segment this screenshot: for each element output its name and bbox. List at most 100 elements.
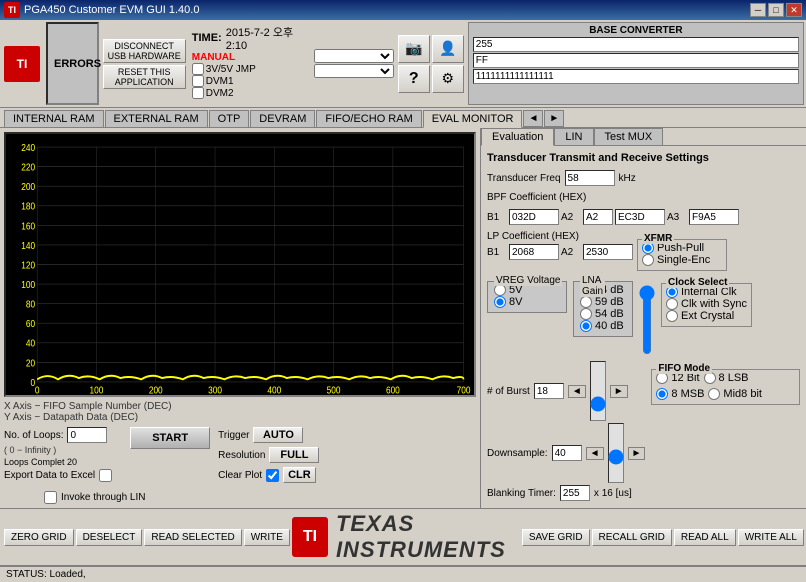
export-checkbox[interactable] <box>99 469 112 482</box>
tab-eval-monitor[interactable]: EVAL MONITOR <box>423 110 523 128</box>
minimize-button[interactable]: ─ <box>750 3 766 17</box>
tab-devram[interactable]: DEVRAM <box>250 110 315 127</box>
no-loops-input[interactable] <box>67 427 107 443</box>
deselect-button[interactable]: DESELECT <box>76 529 143 546</box>
fifo-8msb-radio[interactable] <box>656 388 668 400</box>
downsample-label: Downsample: <box>487 448 548 459</box>
downsample-slider[interactable] <box>608 423 624 483</box>
recall-grid-button[interactable]: RECALL GRID <box>592 529 672 546</box>
tab-fifo-echo-ram[interactable]: FIFO/ECHO RAM <box>316 110 421 127</box>
clr-button[interactable]: CLR <box>283 467 316 483</box>
toolbar: TI ERRORS DISCONNECTUSB HARDWARE RESET T… <box>0 20 806 108</box>
vreg-title: VREG Voltage <box>494 275 562 286</box>
tab-arrow-right[interactable]: ► <box>544 110 564 127</box>
bpf-a2-input[interactable] <box>583 209 613 225</box>
hardware-buttons: DISCONNECTUSB HARDWARE RESET THISAPPLICA… <box>103 22 186 105</box>
base-converter: BASE CONVERTER <box>468 22 804 105</box>
downsample-input[interactable] <box>552 445 582 461</box>
svg-text:400: 400 <box>267 384 281 395</box>
main-content: 240 220 200 180 160 140 120 100 80 60 40… <box>0 128 806 508</box>
write-all-button[interactable]: WRITE ALL <box>738 529 804 546</box>
downsample-left-btn[interactable]: ◄ <box>586 447 604 460</box>
burst-slider[interactable] <box>590 361 606 421</box>
settings-button[interactable]: ⚙ <box>432 65 464 93</box>
person-button[interactable]: 👤 <box>432 35 464 63</box>
lna-slider[interactable] <box>639 285 655 355</box>
fifo-options: 12 Bit 8 LSB 8 MSB Mid8 bit <box>656 372 795 400</box>
eval-tab-test-mux[interactable]: Test MUX <box>594 128 664 145</box>
lna-40-row: 40 dB <box>580 320 626 332</box>
reset-button[interactable]: RESET THISAPPLICATION <box>103 65 186 89</box>
camera-button[interactable]: 📷 <box>398 35 430 63</box>
eval-tab-lin[interactable]: LIN <box>554 128 593 145</box>
fifo-mid8-row: Mid8 bit <box>708 388 762 400</box>
clock-group: Clock Select Internal Clk Clk with Sync … <box>661 283 752 327</box>
chart-area: 240 220 200 180 160 140 120 100 80 60 40… <box>4 132 476 397</box>
dropdown-select2[interactable] <box>314 64 394 78</box>
bpf-b1-input[interactable] <box>509 209 559 225</box>
base-input-hex[interactable] <box>473 53 799 68</box>
trigger-button[interactable]: AUTO <box>253 427 303 443</box>
errors-label: ERRORS <box>54 58 91 70</box>
lna-40-radio[interactable] <box>580 320 592 332</box>
close-button[interactable]: ✕ <box>786 3 802 17</box>
read-selected-button[interactable]: READ SELECTED <box>144 529 241 546</box>
eval-tabs: Evaluation LIN Test MUX <box>481 128 806 146</box>
tab-arrow-left[interactable]: ◄ <box>523 110 543 127</box>
svg-text:60: 60 <box>26 317 35 329</box>
zero-grid-button[interactable]: ZERO GRID <box>4 529 74 546</box>
tab-internal-ram[interactable]: INTERNAL RAM <box>4 110 104 127</box>
save-grid-button[interactable]: SAVE GRID <box>522 529 590 546</box>
downsample-right-btn[interactable]: ► <box>628 447 646 460</box>
xfmr-single-enc-radio[interactable] <box>642 254 654 266</box>
lp-b1-input[interactable] <box>509 244 559 260</box>
bpf-a3-label: A3 <box>667 212 687 223</box>
tab-otp[interactable]: OTP <box>209 110 250 127</box>
lna-59-radio[interactable] <box>580 296 592 308</box>
invoke-checkbox[interactable] <box>44 491 57 504</box>
maximize-button[interactable]: □ <box>768 3 784 17</box>
clock-ext-radio[interactable] <box>666 310 678 322</box>
eval-tab-evaluation[interactable]: Evaluation <box>481 128 554 146</box>
freq-row: Transducer Freq kHz <box>487 170 800 186</box>
burst-right-btn[interactable]: ► <box>610 385 628 398</box>
lna-54-radio[interactable] <box>580 308 592 320</box>
base-converter-title: BASE CONVERTER <box>473 25 799 36</box>
vreg-group: VREG Voltage 5V 8V <box>487 281 567 313</box>
lp-label-row: LP Coefficient (HEX) <box>487 231 633 242</box>
blanking-input[interactable] <box>560 485 590 501</box>
svg-text:120: 120 <box>21 258 35 270</box>
disconnect-button[interactable]: DISCONNECTUSB HARDWARE <box>103 39 186 63</box>
cb-dvm1[interactable] <box>192 75 204 87</box>
cb-dvm2[interactable] <box>192 87 204 99</box>
bpf-ec3d-input[interactable] <box>615 209 665 225</box>
fifo-mid8-radio[interactable] <box>708 388 720 400</box>
question-button[interactable]: ? <box>398 65 430 93</box>
loops-sub-label: ( 0 − Infinity ) <box>4 445 112 455</box>
burst-input[interactable] <box>534 383 564 399</box>
start-button[interactable]: START <box>130 427 210 449</box>
base-input-bin[interactable] <box>473 69 799 84</box>
svg-text:240: 240 <box>21 141 35 153</box>
freq-input[interactable] <box>565 170 615 186</box>
clear-plot-checkbox[interactable] <box>266 469 279 482</box>
write-button[interactable]: WRITE <box>244 529 290 546</box>
chart-labels: X Axis − FIFO Sample Number (DEC) Y Axis… <box>4 399 476 425</box>
svg-text:80: 80 <box>26 298 35 310</box>
base-input-dec[interactable] <box>473 37 799 52</box>
clock-sync-radio[interactable] <box>666 298 678 310</box>
lp-a2-input[interactable] <box>583 244 633 260</box>
dropdown-select[interactable] <box>314 49 394 63</box>
eval-content: Transducer Transmit and Receive Settings… <box>481 146 806 508</box>
bpf-a3-input[interactable] <box>689 209 739 225</box>
resolution-button[interactable]: FULL <box>269 447 319 463</box>
lna-title: LNAGain <box>580 275 605 297</box>
ti-logo-bottom: TI TEXAS INSTRUMENTS <box>292 511 520 563</box>
read-all-button[interactable]: READ ALL <box>674 529 736 546</box>
blanking-unit: x 16 [us] <box>594 488 632 499</box>
vreg-8v-radio[interactable] <box>494 296 506 308</box>
cb-3v5v[interactable] <box>192 63 204 75</box>
tab-external-ram[interactable]: EXTERNAL RAM <box>105 110 208 127</box>
burst-left-btn[interactable]: ◄ <box>568 385 586 398</box>
ti-logo: TI <box>4 46 40 82</box>
